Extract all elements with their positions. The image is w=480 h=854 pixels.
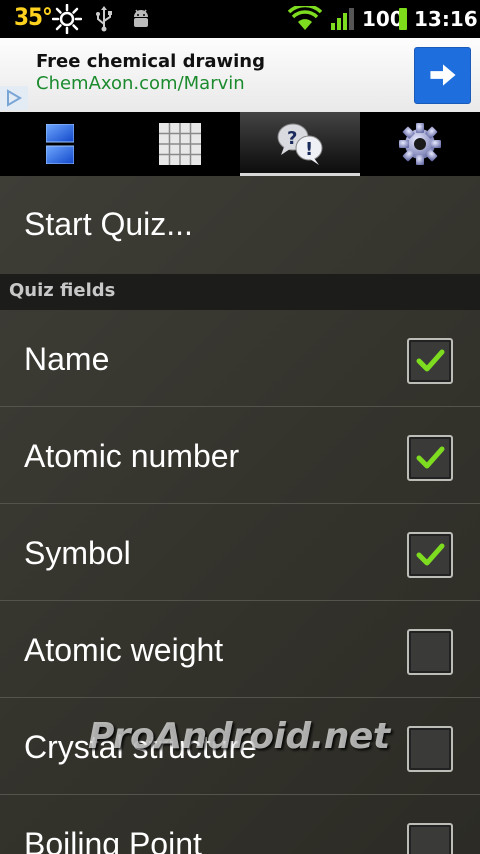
field-label: Symbol	[24, 535, 131, 571]
tab-periodic-table[interactable]	[120, 112, 240, 176]
ad-banner[interactable]: Free chemical drawing ChemAxon.com/Marvi…	[0, 38, 480, 112]
field-label: Atomic number	[24, 438, 240, 474]
start-quiz-label: Start Quiz...	[24, 206, 193, 242]
watermark: ProAndroid.net	[88, 716, 390, 757]
element-card-icon	[46, 124, 74, 164]
temperature-text: 35°	[14, 3, 53, 31]
android-debug-icon	[134, 9, 148, 27]
signal-icon	[331, 8, 354, 30]
checkbox-boiling-point[interactable]	[407, 823, 453, 854]
tab-bar: ? !	[0, 112, 480, 176]
section-title: Quiz fields	[9, 280, 116, 301]
checkbox-crystal-structure[interactable]	[407, 726, 453, 772]
field-label: Name	[24, 341, 110, 377]
checkbox-atomic-number[interactable]	[407, 435, 453, 481]
tab-quiz[interactable]: ? !	[240, 112, 360, 176]
checkbox-name[interactable]	[407, 338, 453, 384]
gear-icon	[399, 123, 441, 165]
ad-open-button[interactable]	[414, 47, 471, 104]
tab-element-card[interactable]	[0, 112, 120, 176]
section-header: Quiz fields	[0, 274, 480, 310]
field-label: Atomic weight	[24, 632, 224, 668]
battery-icon	[399, 8, 407, 30]
svg-text:!: !	[305, 139, 313, 160]
list-item-atomic-number[interactable]: Atomic number	[0, 407, 480, 504]
checkmark-icon	[416, 543, 445, 566]
list-item-name[interactable]: Name	[0, 310, 480, 407]
arrow-right-icon	[430, 64, 456, 86]
list-item-boiling-point[interactable]: Boiling Point	[0, 795, 480, 854]
ad-url[interactable]: ChemAxon.com/Marvin	[36, 73, 245, 94]
list-item-atomic-weight[interactable]: Atomic weight	[0, 601, 480, 698]
field-label: Boiling Point	[24, 826, 202, 854]
start-quiz-item[interactable]: Start Quiz...	[0, 176, 480, 274]
quiz-fields-list: Name Atomic number Symbol Atomic weight …	[0, 310, 480, 854]
tab-settings[interactable]	[360, 112, 480, 176]
ad-title[interactable]: Free chemical drawing	[36, 51, 265, 72]
clock-text: 13:16	[414, 7, 478, 31]
usb-icon	[96, 6, 112, 32]
battery-level-text: 100	[362, 7, 404, 31]
checkmark-icon	[416, 349, 445, 372]
ad-info-icon[interactable]	[0, 86, 28, 110]
checkbox-atomic-weight[interactable]	[407, 629, 453, 675]
checkbox-symbol[interactable]	[407, 532, 453, 578]
periodic-table-grid-icon	[159, 123, 201, 165]
status-bar: 35° 100 13:16	[0, 0, 480, 38]
sun-icon	[52, 4, 82, 34]
checkmark-icon	[416, 446, 445, 469]
wifi-icon	[288, 6, 322, 30]
quiz-bubbles-icon: ? !	[277, 123, 323, 165]
list-item-symbol[interactable]: Symbol	[0, 504, 480, 601]
